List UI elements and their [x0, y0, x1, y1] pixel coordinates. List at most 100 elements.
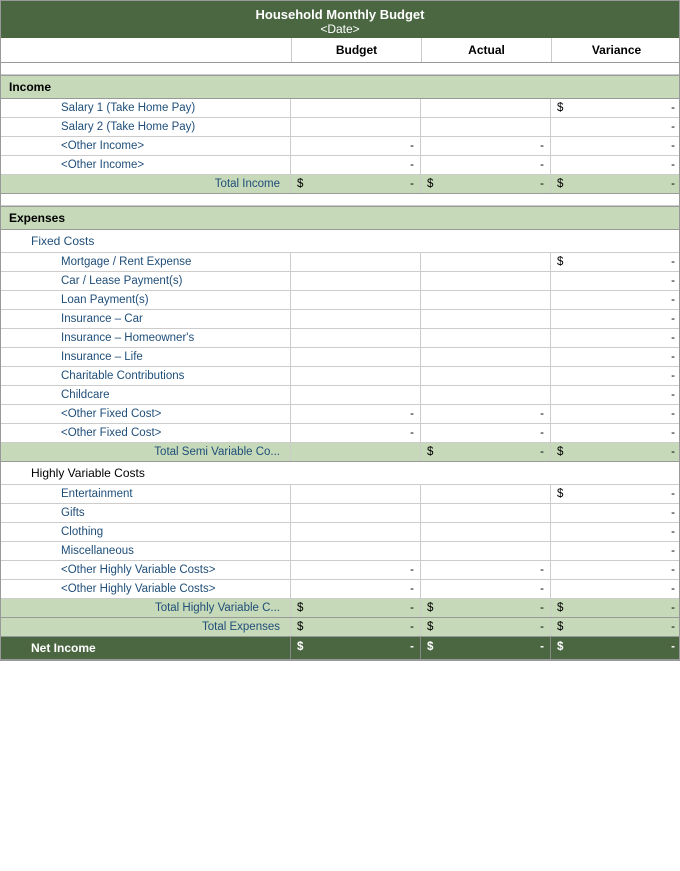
gifts-variance: - — [551, 504, 680, 522]
other-income1-label: <Other Income> — [1, 137, 291, 155]
other-hv1-budget[interactable]: - — [291, 561, 421, 579]
charitable-variance: - — [551, 367, 680, 385]
other-hv1-label: <Other Highly Variable Costs> — [1, 561, 291, 579]
entertainment-label: Entertainment — [1, 485, 291, 503]
total-semi-variable-budget — [291, 443, 421, 461]
car-lease-budget[interactable] — [291, 272, 421, 290]
insurance-life-budget[interactable] — [291, 348, 421, 366]
salary2-actual[interactable] — [421, 118, 551, 136]
other-income2-budget[interactable]: - — [291, 156, 421, 174]
other-hv2-label: <Other Highly Variable Costs> — [1, 580, 291, 598]
income-row-other1: <Other Income> - - - — [1, 137, 679, 156]
total-expenses-variance: $- — [551, 618, 680, 636]
childcare-actual[interactable] — [421, 386, 551, 404]
sub-title: <Date> — [1, 22, 679, 36]
gifts-label: Gifts — [1, 504, 291, 522]
insurance-home-budget[interactable] — [291, 329, 421, 347]
insurance-car-budget[interactable] — [291, 310, 421, 328]
other-fixed2-label: <Other Fixed Cost> — [1, 424, 291, 442]
other-income1-variance: - — [551, 137, 680, 155]
car-lease-label: Car / Lease Payment(s) — [1, 272, 291, 290]
charitable-budget[interactable] — [291, 367, 421, 385]
mortgage-actual[interactable] — [421, 253, 551, 271]
salary2-label: Salary 2 (Take Home Pay) — [1, 118, 291, 136]
entertainment-actual[interactable] — [421, 485, 551, 503]
miscellaneous-row: Miscellaneous - — [1, 542, 679, 561]
total-semi-variable-variance: $- — [551, 443, 680, 461]
entertainment-budget[interactable] — [291, 485, 421, 503]
miscellaneous-budget[interactable] — [291, 542, 421, 560]
insurance-car-actual[interactable] — [421, 310, 551, 328]
spacer-expenses — [1, 194, 679, 206]
total-hv-variance: $- — [551, 599, 680, 617]
other-hv1-variance: - — [551, 561, 680, 579]
income-row-salary1: Salary 1 (Take Home Pay) $- — [1, 99, 679, 118]
other-fixed2-variance: - — [551, 424, 680, 442]
clothing-row: Clothing - — [1, 523, 679, 542]
other-fixed2-actual[interactable]: - — [421, 424, 551, 442]
childcare-budget[interactable] — [291, 386, 421, 404]
other-fixed2-row: <Other Fixed Cost> - - - — [1, 424, 679, 443]
mortgage-variance: $- — [551, 253, 680, 271]
total-expenses-budget: $- — [291, 618, 421, 636]
childcare-variance: - — [551, 386, 680, 404]
header-row: Budget Actual Variance — [1, 38, 679, 63]
col-header-variance: Variance — [551, 38, 680, 62]
total-hv-budget: $- — [291, 599, 421, 617]
total-semi-variable-actual: $- — [421, 443, 551, 461]
spacer-top — [1, 63, 679, 75]
net-income-actual: $- — [421, 637, 551, 659]
clothing-actual[interactable] — [421, 523, 551, 541]
total-hv-label: Total Highly Variable C... — [1, 599, 291, 617]
gifts-actual[interactable] — [421, 504, 551, 522]
insurance-home-variance: - — [551, 329, 680, 347]
highly-variable-header: Highly Variable Costs — [1, 462, 679, 485]
main-title: Household Monthly Budget — [1, 7, 679, 22]
insurance-life-actual[interactable] — [421, 348, 551, 366]
charitable-actual[interactable] — [421, 367, 551, 385]
title-section: Household Monthly Budget <Date> — [1, 1, 679, 38]
other-income1-budget[interactable]: - — [291, 137, 421, 155]
other-fixed1-actual[interactable]: - — [421, 405, 551, 423]
childcare-label: Childcare — [1, 386, 291, 404]
salary1-budget[interactable] — [291, 99, 421, 117]
total-income-actual: $- — [421, 175, 551, 193]
gifts-budget[interactable] — [291, 504, 421, 522]
car-lease-row: Car / Lease Payment(s) - — [1, 272, 679, 291]
entertainment-row: Entertainment $- — [1, 485, 679, 504]
net-income-label: Net Income — [1, 637, 291, 659]
other-income2-variance: - — [551, 156, 680, 174]
insurance-home-row: Insurance – Homeowner's - — [1, 329, 679, 348]
loan-budget[interactable] — [291, 291, 421, 309]
total-semi-variable-row: Total Semi Variable Co... $- $- — [1, 443, 679, 462]
insurance-home-actual[interactable] — [421, 329, 551, 347]
mortgage-budget[interactable] — [291, 253, 421, 271]
insurance-home-label: Insurance – Homeowner's — [1, 329, 291, 347]
salary1-actual[interactable] — [421, 99, 551, 117]
other-hv2-budget[interactable]: - — [291, 580, 421, 598]
other-fixed2-budget[interactable]: - — [291, 424, 421, 442]
net-income-budget: $- — [291, 637, 421, 659]
clothing-variance: - — [551, 523, 680, 541]
total-income-variance: $- — [551, 175, 680, 193]
other-fixed1-budget[interactable]: - — [291, 405, 421, 423]
other-fixed1-row: <Other Fixed Cost> - - - — [1, 405, 679, 424]
total-hv-actual: $- — [421, 599, 551, 617]
childcare-row: Childcare - — [1, 386, 679, 405]
clothing-budget[interactable] — [291, 523, 421, 541]
insurance-car-row: Insurance – Car - — [1, 310, 679, 329]
other-hv2-actual[interactable]: - — [421, 580, 551, 598]
charitable-row: Charitable Contributions - — [1, 367, 679, 386]
other-hv1-actual[interactable]: - — [421, 561, 551, 579]
income-section-header: Income — [1, 75, 679, 99]
insurance-life-label: Insurance – Life — [1, 348, 291, 366]
net-income-variance: $- — [551, 637, 680, 659]
total-expenses-label: Total Expenses — [1, 618, 291, 636]
other-income2-actual[interactable]: - — [421, 156, 551, 174]
car-lease-actual[interactable] — [421, 272, 551, 290]
miscellaneous-actual[interactable] — [421, 542, 551, 560]
other-income1-actual[interactable]: - — [421, 137, 551, 155]
car-lease-variance: - — [551, 272, 680, 290]
loan-actual[interactable] — [421, 291, 551, 309]
salary2-budget[interactable] — [291, 118, 421, 136]
